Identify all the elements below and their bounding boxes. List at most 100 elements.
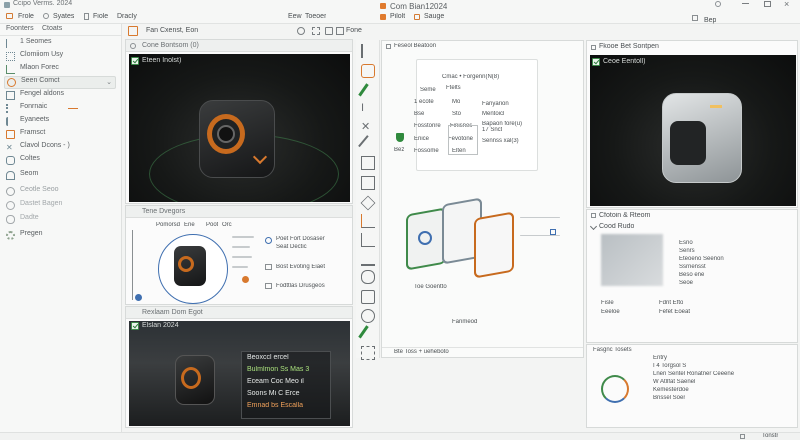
- slider-tool-icon[interactable]: [361, 252, 375, 266]
- sidebar-item-pregen[interactable]: Pregen: [4, 230, 116, 243]
- viewport-canvas[interactable]: Eteen Inolst): [129, 54, 350, 202]
- eye-tool-icon[interactable]: [361, 309, 375, 323]
- menu-item[interactable]: Sauge: [424, 13, 444, 20]
- text-tool-icon[interactable]: I: [361, 102, 375, 116]
- link-tool-icon[interactable]: [361, 270, 375, 284]
- prop-row-label: Fisle: [601, 300, 614, 306]
- cross-tool-icon[interactable]: ✕: [361, 120, 375, 134]
- sidebar-item-framsct[interactable]: Framsct: [4, 129, 116, 142]
- grid-view-icon[interactable]: [692, 15, 698, 21]
- row-value: Sto: [452, 111, 462, 117]
- palette-tool-icon[interactable]: [361, 64, 375, 78]
- connector-node-icon: [550, 229, 556, 235]
- menu-item[interactable]: Bep: [704, 17, 716, 24]
- sidebar-item-fonrnaic[interactable]: Fonrnaic: [4, 103, 116, 116]
- sidebar-item-label: Seom: [20, 170, 39, 177]
- tab-ctoats[interactable]: Ctoats: [42, 25, 62, 32]
- option-label[interactable]: Bost Evoting Eiaet: [276, 264, 325, 270]
- option-icon[interactable]: [265, 264, 272, 270]
- accent-dash: [68, 108, 78, 109]
- sidebar-item-clomiiom[interactable]: Clomiiom Usy: [4, 51, 116, 64]
- info-icon[interactable]: [135, 294, 142, 301]
- panel-pin-icon[interactable]: [591, 213, 596, 218]
- sidebar-item-seen-comct[interactable]: Seen Comct ⌄: [4, 76, 116, 89]
- render-panel: Rexlaam Dom Egot Elslan 2024 Beoxccl erc…: [125, 306, 353, 428]
- sidebar-item-label: Pregen: [20, 230, 43, 237]
- close-icon[interactable]: ×: [784, 0, 789, 9]
- viewport-canvas[interactable]: Ceoe Eentoll): [590, 55, 796, 206]
- option-icon[interactable]: [265, 283, 272, 289]
- row-label: Fossome: [414, 148, 439, 154]
- panel-pin-icon[interactable]: [386, 44, 391, 49]
- sidebar-item-seomes[interactable]: 1 Seomes: [4, 38, 116, 51]
- menu-item[interactable]: Pilolt: [390, 13, 405, 20]
- render-canvas[interactable]: Elslan 2024 Beoxccl ercel Bulmlmon Ss Ma…: [129, 321, 350, 426]
- frame-tool-icon[interactable]: [361, 290, 375, 304]
- menu-item[interactable]: Eew: [288, 13, 302, 20]
- grid-tool-icon[interactable]: [312, 27, 320, 35]
- sidebar-item-dadte[interactable]: Dadte: [4, 214, 116, 227]
- sidebar-item-clavol[interactable]: ✕ Clavol Dcons - ): [4, 142, 116, 155]
- expand-icon[interactable]: [589, 222, 598, 231]
- sidebar-item-label: Ceotle Seoo: [20, 186, 59, 193]
- option-label[interactable]: Fodttlas Drusgeos: [276, 283, 325, 289]
- sidebar-item-dastet[interactable]: Dastet Bagen: [4, 200, 116, 213]
- node-line: Fanyarion: [482, 101, 509, 107]
- notification-icon[interactable]: [715, 1, 721, 7]
- sidebar-item-coltes[interactable]: Coltes: [4, 155, 116, 168]
- tab-foonters[interactable]: Foonters: [6, 25, 34, 32]
- menu-item[interactable]: Frole: [18, 13, 34, 20]
- panel-title: Tene Dvegors: [126, 206, 352, 218]
- footer-line: Kemesterdoe: [653, 387, 689, 393]
- prop-line: Beso ene: [679, 272, 705, 278]
- maximize-icon[interactable]: [764, 1, 771, 7]
- visibility-checkbox[interactable]: [592, 58, 600, 66]
- sidebar-item-label: 1 Seomes: [20, 38, 52, 45]
- menu-item[interactable]: Toeoer: [305, 13, 326, 20]
- sidebar-item-ceotle[interactable]: Ceotle Seoo: [4, 186, 116, 199]
- device-model: [199, 92, 281, 182]
- image-icon[interactable]: [128, 26, 138, 36]
- sidebar-item-label: Clavol Dcons - ): [20, 142, 70, 149]
- search-icon: [6, 201, 15, 210]
- visibility-checkbox[interactable]: [131, 57, 139, 65]
- tool-button-label[interactable]: Fone: [346, 27, 362, 34]
- panel-pin-icon[interactable]: [130, 43, 136, 49]
- render-wheel: [181, 367, 201, 389]
- sidebar-item-label: Dastet Bagen: [20, 200, 63, 207]
- sidebar-item-eyaneets[interactable]: Eyaneets: [4, 116, 116, 129]
- select-tool-icon[interactable]: [361, 44, 375, 58]
- sidebar-item-fengel[interactable]: Fengel aldons: [4, 90, 116, 103]
- overlay-line: Beoxccl ercel: [247, 354, 289, 361]
- settings-menu-icon: [43, 13, 49, 19]
- param-line: [232, 246, 250, 248]
- zoom-icon[interactable]: [297, 27, 305, 35]
- menu-item[interactable]: Syates: [53, 13, 74, 20]
- option-icon[interactable]: [265, 237, 272, 244]
- title-bar: Ccipo Verms. 2024 Com Bian12024 ×: [0, 0, 800, 11]
- prop-row-label: Eeeloe: [601, 309, 620, 315]
- menu-item[interactable]: Fiole: [93, 13, 108, 20]
- option-label[interactable]: Seat Dectic: [276, 244, 307, 250]
- option-label[interactable]: Poet Fort Dosaser: [276, 236, 325, 242]
- rect-tool-icon[interactable]: [361, 176, 375, 190]
- path-tool-icon[interactable]: [361, 214, 375, 228]
- properties-panel: Cfotoin & Rteom Cood Rudo Esno Senrs Ete…: [586, 209, 798, 343]
- pan-icon[interactable]: [325, 27, 333, 35]
- tool-button-label[interactable]: Fan Cxenst, Eon: [146, 27, 198, 34]
- minimize-icon[interactable]: [742, 3, 749, 4]
- panel-pin-icon[interactable]: [591, 45, 596, 50]
- fit-icon[interactable]: [336, 27, 344, 35]
- sidebar-item-label: Framsct: [20, 129, 46, 136]
- layer-tool-icon[interactable]: [361, 156, 375, 170]
- prop-line: Seoe: [679, 280, 694, 286]
- grid-tool-icon[interactable]: [361, 346, 375, 360]
- footer-line: Entry: [653, 355, 668, 361]
- sidebar-item-seom[interactable]: Seom: [4, 170, 116, 183]
- menu-item[interactable]: Dracly: [117, 13, 137, 20]
- render-checkbox[interactable]: [131, 322, 139, 330]
- viewport-caption: Ceoe Eentoll): [603, 58, 646, 65]
- sidebar-item-label: Dadte: [20, 214, 39, 221]
- user-icon: [6, 187, 15, 196]
- crop-tool-icon[interactable]: [361, 233, 375, 247]
